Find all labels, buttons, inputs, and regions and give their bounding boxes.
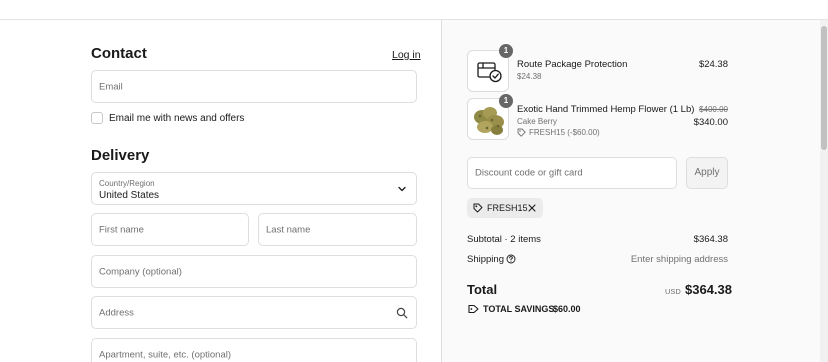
last-name-placeholder: Last name (266, 224, 311, 235)
item-unit-price: $24.38 (517, 72, 542, 81)
scrollbar[interactable] (820, 20, 828, 362)
help-circle-icon[interactable] (506, 254, 516, 264)
country-value: United States (99, 190, 160, 201)
tag-icon (517, 128, 526, 137)
scrollbar-thumb[interactable] (821, 26, 827, 150)
last-name-field[interactable]: Last name (258, 213, 417, 246)
applied-discount-code: FRESH15 (487, 203, 528, 213)
applied-discount-chip: FRESH15 (467, 198, 543, 218)
first-name-placeholder: First name (99, 224, 144, 235)
item-discount: FRESH15 (-$60.00) (529, 128, 600, 137)
email-placeholder: Email (99, 81, 123, 92)
shipping-label: Shipping (467, 254, 504, 265)
newsletter-label: Email me with news and offers (109, 113, 245, 124)
discount-placeholder: Discount code or gift card (475, 167, 583, 179)
total-value: $364.38 (685, 282, 732, 297)
subtotal-value: $364.38 (693, 234, 728, 245)
item-price: $340.00 (693, 117, 728, 128)
apartment-field[interactable]: Apartment, suite, etc. (optional) (91, 338, 417, 362)
country-select[interactable]: Country/Region United States (91, 172, 417, 205)
company-field[interactable]: Company (optional) (91, 255, 417, 288)
subtotal-label: Subtotal · 2 items (467, 234, 541, 245)
apartment-placeholder: Apartment, suite, etc. (optional) (99, 349, 232, 360)
discount-code-field[interactable]: Discount code or gift card (467, 157, 677, 189)
email-field[interactable]: Email (91, 70, 417, 103)
delivery-heading: Delivery (91, 147, 150, 164)
login-link[interactable]: Log in (392, 49, 421, 61)
order-summary: 1 Route Package Protection $24.38 $24.38… (441, 20, 828, 362)
close-icon[interactable] (528, 204, 536, 212)
item-quantity-badge: 1 (499, 94, 513, 108)
address-field[interactable]: Address (91, 296, 417, 329)
item-original-price: $400.00 (699, 105, 728, 114)
item-name: Route Package Protection (517, 59, 628, 70)
total-savings-value: $60.00 (553, 304, 581, 314)
contact-heading: Contact (91, 45, 147, 62)
tag-icon (473, 203, 483, 213)
item-quantity-badge: 1 (499, 44, 513, 58)
tag-icon (468, 304, 479, 314)
country-label: Country/Region (99, 179, 155, 188)
item-name: Exotic Hand Trimmed Hemp Flower (1 Lb) (517, 104, 695, 115)
newsletter-checkbox[interactable] (91, 112, 103, 124)
total-savings-label: TOTAL SAVINGS (483, 304, 555, 314)
apply-discount-button[interactable]: Apply (686, 157, 728, 189)
shipping-value: Enter shipping address (630, 254, 728, 265)
address-placeholder: Address (99, 307, 134, 318)
total-label: Total (467, 282, 498, 297)
checkout-form: Contact Log in Email Email me with news … (0, 20, 441, 362)
first-name-field[interactable]: First name (91, 213, 249, 246)
item-price: $24.38 (698, 59, 728, 70)
search-icon (396, 307, 408, 318)
item-variant: Cake Berry (517, 117, 558, 126)
company-placeholder: Company (optional) (99, 266, 182, 277)
total-currency: USD (665, 287, 681, 296)
top-bar (0, 0, 828, 20)
chevron-down-icon (398, 186, 406, 191)
